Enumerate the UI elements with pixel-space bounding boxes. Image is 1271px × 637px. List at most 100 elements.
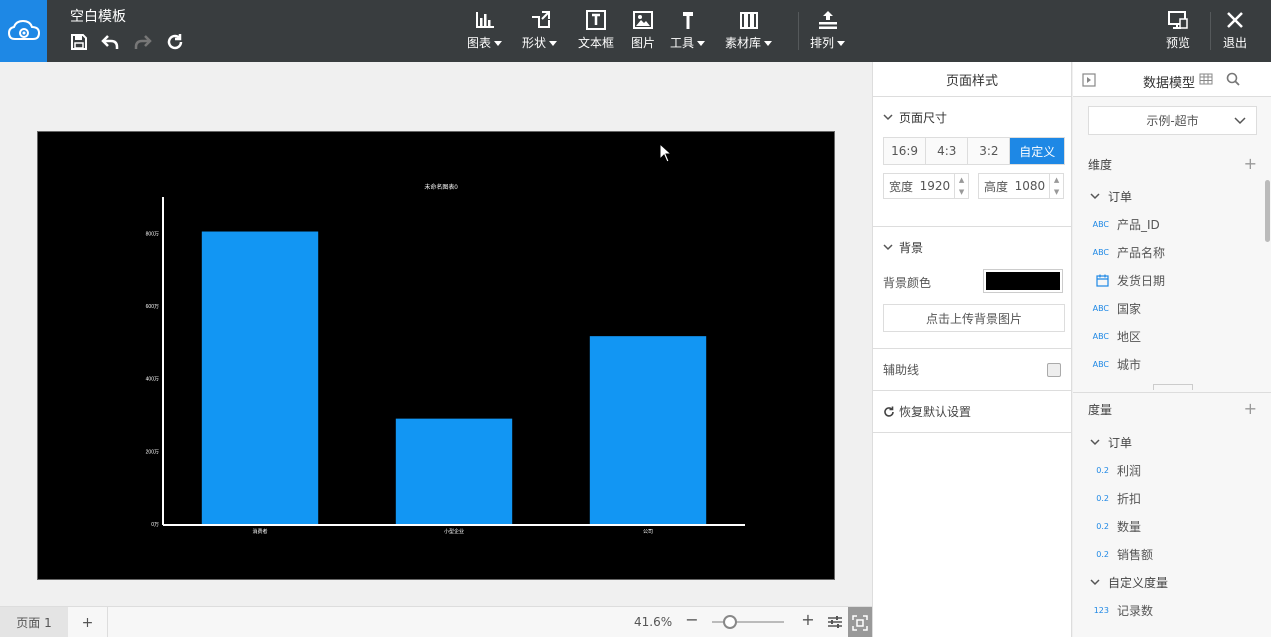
panel-splitter[interactable] (1073, 392, 1271, 393)
width-stepper[interactable]: ▲ ▼ (954, 174, 968, 198)
collapse-panel-icon[interactable] (1082, 73, 1096, 87)
mouse-cursor-icon (659, 143, 673, 163)
reset-defaults-button[interactable]: 恢复默认设置 (873, 391, 1071, 432)
dimension-field[interactable]: 发货日期 (1073, 266, 1263, 294)
refresh-button[interactable] (164, 32, 186, 52)
undo-icon (101, 35, 119, 49)
dimension-field[interactable]: ABC 地区 (1073, 322, 1263, 350)
zoom-out-button[interactable]: − (682, 610, 702, 629)
chevron-down-icon (883, 244, 893, 251)
toolbar-chart[interactable]: 图表 (467, 8, 503, 52)
app-logo[interactable] (0, 0, 47, 62)
refresh-icon (167, 34, 183, 50)
add-dimension-button[interactable]: + (1244, 154, 1257, 173)
spin-up-icon[interactable]: ▲ (1050, 174, 1063, 186)
redo-button[interactable] (132, 32, 154, 52)
height-field[interactable]: 高度 1080 ▲ ▼ (978, 173, 1064, 199)
bar-chart[interactable]: 未命名图表0 0万 200万 400万 600万 800万消费者 小型企业 公司 (38, 132, 836, 581)
chart-title[interactable]: 未命名图表0 (424, 183, 458, 191)
toolbar-textbox[interactable]: 文本框 (578, 8, 614, 52)
measure-field[interactable]: 123 记录数 (1073, 596, 1263, 624)
document-title[interactable]: 空白模板 (70, 6, 126, 26)
custom-measure-folder[interactable]: 自定义度量 (1073, 568, 1263, 596)
ratio-custom-button[interactable]: 自定义 (1010, 138, 1064, 164)
fit-screen-button[interactable] (848, 607, 872, 637)
dimension-folder[interactable]: 订单 (1073, 182, 1263, 210)
ratio-4-3-button[interactable]: 4:3 (926, 138, 969, 164)
dataset-select[interactable]: 示例-超市 (1088, 106, 1257, 135)
preview-button[interactable]: 预览 (1166, 8, 1190, 52)
measure-field[interactable]: 0.2 利润 (1073, 456, 1263, 484)
measure-folder[interactable]: 订单 (1073, 428, 1263, 456)
page-size-section: 页面尺寸 16:9 4:3 3:2 自定义 宽度 1920 ▲ ▼ 高度 1080… (873, 97, 1071, 227)
number-type-icon: 0.2 (1096, 493, 1109, 503)
field-name: 数量 (1117, 519, 1142, 534)
field-name: 销售额 (1117, 547, 1154, 562)
save-button[interactable] (68, 32, 90, 52)
spin-down-icon[interactable]: ▼ (955, 186, 968, 198)
spin-up-icon[interactable]: ▲ (955, 174, 968, 186)
upload-background-button[interactable]: 点击上传背景图片 (883, 304, 1065, 332)
height-stepper[interactable]: ▲ ▼ (1049, 174, 1063, 198)
toolbar-shape[interactable]: 形状 (522, 8, 558, 52)
fit-screen-icon (852, 614, 868, 631)
spin-down-icon[interactable]: ▼ (1050, 186, 1063, 198)
toolbar-textbox-label: 文本框 (578, 36, 615, 50)
close-icon (1227, 12, 1243, 28)
zoom-slider-handle[interactable] (723, 615, 737, 629)
measure-field[interactable]: 0.2 数量 (1073, 512, 1263, 540)
page-tab[interactable]: 页面 1 (0, 607, 68, 637)
page-size-header[interactable]: 页面尺寸 (873, 97, 1071, 137)
ratio-3-2-button[interactable]: 3:2 (968, 138, 1011, 164)
y-tick-label: 800万 (146, 231, 159, 237)
toolbar-divider (798, 12, 799, 50)
exit-button[interactable]: 退出 (1223, 8, 1247, 52)
chart-bar[interactable] (589, 336, 707, 524)
page-style-tab[interactable]: 页面样式 (873, 62, 1071, 97)
zoom-settings-button[interactable] (826, 613, 844, 631)
dimension-field[interactable]: ABC 城市 (1073, 350, 1263, 378)
table-icon[interactable] (1199, 73, 1213, 85)
height-input[interactable]: 1080 (1015, 179, 1050, 193)
y-tick-label: 200万 (146, 449, 159, 455)
ratio-16-9-button[interactable]: 16:9 (884, 138, 927, 164)
library-icon (739, 12, 758, 29)
canvas-area[interactable]: 未命名图表0 0万 200万 400万 600万 800万 消费者 小型企业 公司 (0, 62, 872, 606)
dimension-scrollbar[interactable] (1265, 180, 1270, 242)
chart-bar[interactable] (201, 231, 319, 524)
zoom-slider[interactable] (712, 615, 784, 629)
chevron-down-icon (1090, 193, 1100, 200)
toolbar-tools[interactable]: 工具 (670, 8, 706, 52)
chevron-down-icon (549, 41, 558, 46)
width-field[interactable]: 宽度 1920 ▲ ▼ (883, 173, 969, 199)
add-measure-button[interactable]: + (1244, 399, 1257, 418)
bg-color-picker[interactable] (983, 269, 1063, 293)
splitter-handle[interactable] (1153, 384, 1193, 390)
chart-bar[interactable] (395, 418, 513, 524)
toolbar-image[interactable]: 图片 (631, 8, 655, 52)
undo-button[interactable] (99, 32, 121, 52)
toolbar-arrange-label: 排列 (810, 36, 835, 50)
zoom-in-button[interactable]: + (798, 610, 818, 629)
chevron-down-icon (1090, 579, 1100, 586)
field-name: 国家 (1117, 301, 1142, 316)
toolbar-arrange[interactable]: 排列 (810, 8, 846, 52)
number-type-icon: 0.2 (1096, 549, 1109, 559)
chevron-down-icon (764, 41, 773, 46)
search-icon[interactable] (1226, 72, 1240, 86)
dimension-field[interactable]: ABC 国家 (1073, 294, 1263, 322)
dimension-field[interactable]: ABC 产品_ID (1073, 210, 1263, 238)
dimension-field[interactable]: ABC 产品名称 (1073, 238, 1263, 266)
number-type-icon: 0.2 (1096, 521, 1109, 531)
measure-field[interactable]: 0.2 销售额 (1073, 540, 1263, 568)
measure-field[interactable]: 0.2 折扣 (1073, 484, 1263, 512)
add-page-button[interactable]: + (68, 607, 108, 637)
width-input[interactable]: 1920 (920, 179, 955, 193)
guide-checkbox[interactable] (1047, 362, 1061, 377)
background-header[interactable]: 背景 (873, 227, 1071, 267)
toolbar-library-label: 素材库 (725, 36, 762, 50)
toolbar-library[interactable]: 素材库 (725, 8, 773, 52)
dimensions-header: 维度 + (1073, 152, 1271, 176)
report-page-canvas[interactable]: 未命名图表0 0万 200万 400万 600万 800万 消费者 小型企业 公司 (37, 131, 835, 580)
image-icon (633, 11, 653, 29)
